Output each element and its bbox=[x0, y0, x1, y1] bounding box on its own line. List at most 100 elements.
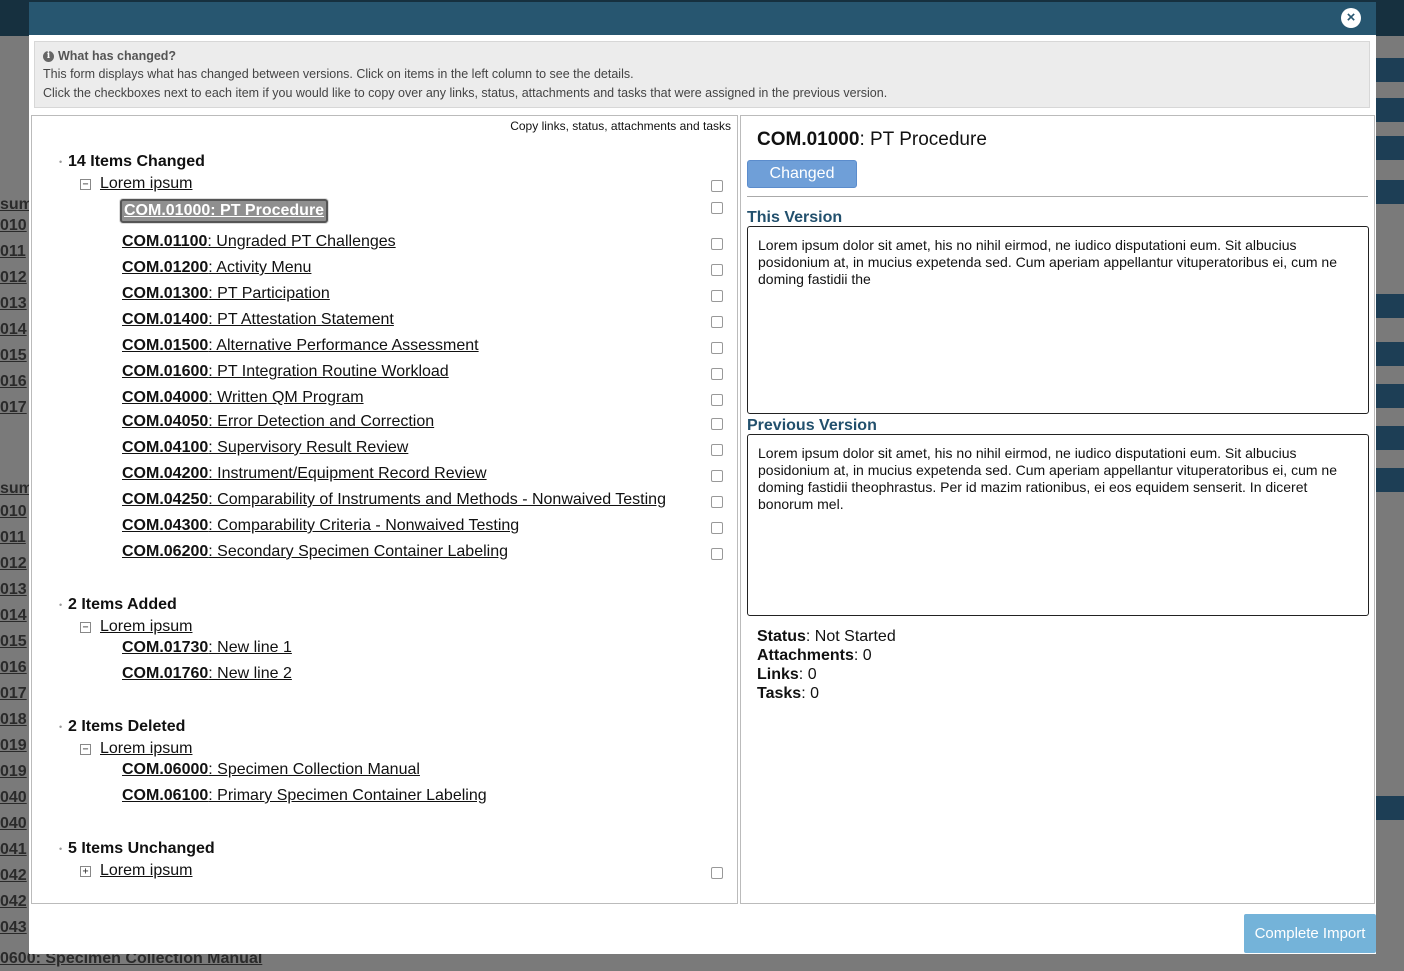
item-title: : Ungraded PT Challenges bbox=[207, 233, 396, 250]
tree-item[interactable]: COM.01600: PT Integration Routine Worklo… bbox=[122, 363, 449, 381]
copy-checkbox[interactable] bbox=[711, 470, 723, 482]
background-text: 010 bbox=[0, 503, 27, 520]
copy-checkbox[interactable] bbox=[711, 368, 723, 380]
tree-item[interactable]: COM.01100: Ungraded PT Challenges bbox=[122, 233, 396, 251]
tree-item[interactable]: COM.01730: New line 1 bbox=[122, 639, 292, 657]
copy-checkbox[interactable] bbox=[711, 342, 723, 354]
tree-item[interactable]: COM.04050: Error Detection and Correctio… bbox=[122, 413, 434, 431]
tree-node-label[interactable]: Lorem ipsum bbox=[100, 175, 192, 193]
background-bar bbox=[1375, 796, 1404, 820]
background-text: 040 bbox=[0, 815, 27, 832]
background-text: 018 bbox=[0, 711, 27, 728]
detail-title-text: : PT Procedure bbox=[859, 129, 987, 150]
item-title: : Written QM Program bbox=[208, 389, 364, 406]
item-title: : New line 2 bbox=[208, 665, 292, 682]
copy-checkbox[interactable] bbox=[711, 264, 723, 276]
tree-node-label[interactable]: Lorem ipsum bbox=[100, 618, 192, 636]
item-title: : Secondary Specimen Container Labeling bbox=[208, 543, 509, 560]
info-title-text: What has changed? bbox=[58, 49, 177, 63]
background-text: 042 bbox=[0, 893, 27, 910]
tree-item[interactable]: COM.04250: Comparability of Instruments … bbox=[122, 491, 666, 509]
previous-version-label: Previous Version bbox=[747, 417, 877, 434]
info-line-2: Click the checkboxes next to each item i… bbox=[43, 86, 888, 100]
copy-checkbox[interactable] bbox=[711, 496, 723, 508]
copy-checkbox[interactable] bbox=[711, 290, 723, 302]
background-text: 041 bbox=[0, 841, 27, 858]
group-title-deleted: 2 Items Deleted bbox=[68, 718, 186, 735]
copy-checkbox[interactable] bbox=[711, 548, 723, 560]
tree-item[interactable]: COM.04200: Instrument/Equipment Record R… bbox=[122, 465, 487, 483]
copy-checkbox[interactable] bbox=[711, 522, 723, 534]
collapse-icon[interactable]: − bbox=[80, 743, 91, 755]
expand-icon[interactable]: + bbox=[80, 865, 91, 877]
background-text: 019 bbox=[0, 737, 27, 754]
copy-checkbox[interactable] bbox=[711, 394, 723, 406]
tasks-field: Tasks: 0 bbox=[757, 685, 819, 703]
item-code: COM.04200 bbox=[122, 465, 209, 482]
copy-checkbox[interactable] bbox=[711, 444, 723, 456]
item-code: COM.04050 bbox=[122, 413, 209, 430]
item-title: : Comparability Criteria - Nonwaived Tes… bbox=[208, 517, 520, 534]
background-text: 015 bbox=[0, 347, 27, 364]
copy-column-header: Copy links, status, attachments and task… bbox=[510, 119, 731, 133]
tree-item[interactable]: COM.04000: Written QM Program bbox=[122, 389, 364, 407]
copy-checkbox[interactable] bbox=[711, 202, 723, 214]
item-code: COM.04000 bbox=[122, 389, 209, 406]
tree-node-added[interactable]: − Lorem ipsum bbox=[80, 618, 192, 636]
background-bar bbox=[1375, 136, 1404, 160]
tree-item[interactable]: COM.01760: New line 2 bbox=[122, 665, 292, 683]
links-field: Links: 0 bbox=[757, 666, 817, 684]
tree-node-unchanged[interactable]: + Lorem ipsum bbox=[80, 862, 192, 880]
close-icon[interactable]: × bbox=[1341, 8, 1361, 28]
background-bar bbox=[1375, 384, 1404, 408]
tree-item[interactable]: COM.01500: Alternative Performance Asses… bbox=[122, 337, 479, 355]
info-icon: i bbox=[43, 50, 54, 62]
tree-item[interactable]: COM.01200: Activity Menu bbox=[122, 259, 311, 277]
changes-tree-panel: Copy links, status, attachments and task… bbox=[31, 115, 738, 904]
complete-import-button[interactable]: Complete Import bbox=[1244, 914, 1376, 953]
detail-panel: COM.01000: PT Procedure Changed This Ver… bbox=[740, 115, 1375, 904]
tree-item-selected[interactable]: COM.01000: PT Procedure bbox=[120, 199, 329, 223]
tree-node-label[interactable]: Lorem ipsum bbox=[100, 740, 192, 758]
tree-item[interactable]: COM.06200: Secondary Specimen Container … bbox=[122, 543, 508, 561]
copy-checkbox[interactable] bbox=[711, 867, 723, 879]
copy-checkbox[interactable] bbox=[711, 316, 723, 328]
tree-node-changed[interactable]: − Lorem ipsum bbox=[80, 175, 192, 193]
tree-item[interactable]: COM.01300: PT Participation bbox=[122, 285, 330, 303]
attachments-field: Attachments: 0 bbox=[757, 647, 872, 665]
tree-node-deleted[interactable]: − Lorem ipsum bbox=[80, 740, 192, 758]
collapse-icon[interactable]: − bbox=[80, 621, 91, 633]
background-text: 017 bbox=[0, 685, 27, 702]
background-bar bbox=[1375, 342, 1404, 366]
status-field: Status: Not Started bbox=[757, 628, 896, 646]
what-changed-modal: × i What has changed? This form displays… bbox=[29, 2, 1376, 954]
tree-item[interactable]: COM.04100: Supervisory Result Review bbox=[122, 439, 408, 457]
attachments-label: Attachments bbox=[757, 647, 854, 664]
group-title-added: 2 Items Added bbox=[68, 596, 177, 613]
item-title: : Alternative Performance Assessment bbox=[208, 337, 479, 354]
item-code: COM.04250 bbox=[122, 491, 209, 508]
tree-node-label[interactable]: Lorem ipsum bbox=[100, 862, 192, 880]
collapse-icon[interactable]: − bbox=[80, 178, 91, 190]
item-title: : Specimen Collection Manual bbox=[208, 761, 420, 778]
modal-header: × bbox=[29, 2, 1376, 35]
item-title: : PT Participation bbox=[208, 285, 330, 302]
tree-item[interactable]: COM.04300: Comparability Criteria - Nonw… bbox=[122, 517, 519, 535]
background-text: 014 bbox=[0, 607, 27, 624]
background-left-column: sum 010 011 012 013 014 015 016 017 sum … bbox=[0, 36, 33, 971]
status-value: : Not Started bbox=[805, 628, 896, 645]
item-code: COM.04100 bbox=[122, 439, 209, 456]
item-code: COM.01000 bbox=[124, 202, 211, 219]
tree-item[interactable]: COM.06100: Primary Specimen Container La… bbox=[122, 787, 487, 805]
copy-checkbox[interactable] bbox=[711, 238, 723, 250]
copy-checkbox[interactable] bbox=[711, 418, 723, 430]
item-code: COM.01600 bbox=[122, 363, 209, 380]
tree-item[interactable]: COM.01400: PT Attestation Statement bbox=[122, 311, 394, 329]
tree-item[interactable]: COM.06000: Specimen Collection Manual bbox=[122, 761, 420, 779]
this-version-text: Lorem ipsum dolor sit amet, his no nihil… bbox=[747, 226, 1369, 414]
item-code: COM.01100 bbox=[122, 233, 208, 250]
item-code: COM.01400 bbox=[122, 311, 209, 328]
copy-checkbox[interactable] bbox=[711, 180, 723, 192]
item-title: : Error Detection and Correction bbox=[208, 413, 435, 430]
background-text: sum bbox=[0, 196, 33, 213]
